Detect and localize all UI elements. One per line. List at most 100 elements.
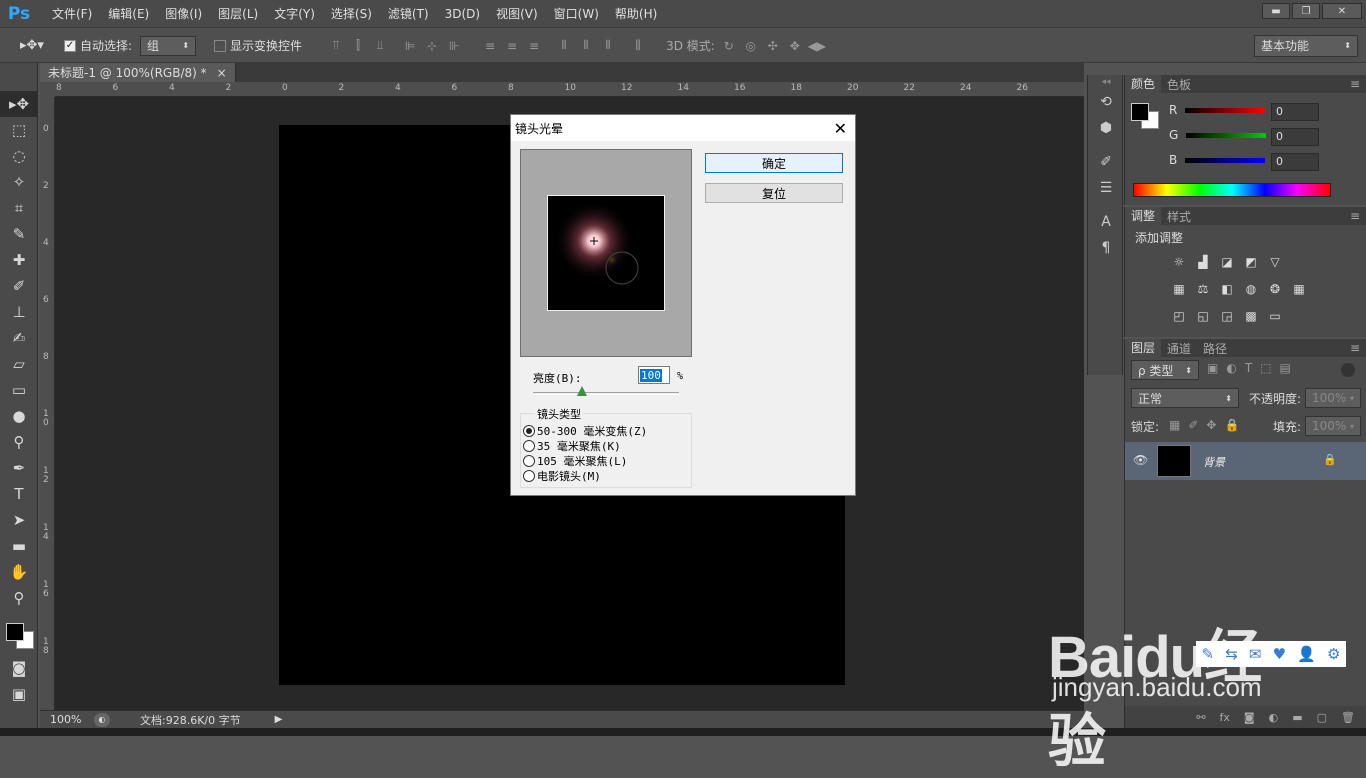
edit-icon[interactable]: ✎ (1202, 645, 1215, 663)
black-white-icon[interactable]: ◧ (1219, 281, 1235, 297)
menu-3d[interactable]: 3D(D) (437, 0, 488, 28)
comment-icon[interactable]: ✉ (1249, 645, 1262, 663)
threshold-icon[interactable]: ◲ (1219, 308, 1235, 324)
clone-stamp-tool-icon[interactable]: ⊥ (0, 299, 38, 325)
brightness-slider-track[interactable] (533, 392, 679, 395)
channel-mixer-icon[interactable]: ❂ (1267, 281, 1283, 297)
new-layer-icon[interactable]: ▢ (1317, 711, 1327, 724)
ok-button[interactable]: 确定 (705, 153, 843, 173)
show-transform-checkbox[interactable]: 显示变换控件 (214, 37, 302, 54)
hue-saturation-icon[interactable]: ▦ (1171, 281, 1187, 297)
layer-row[interactable]: 👁 背景 🔒 (1125, 442, 1366, 480)
photo-filter-icon[interactable]: ◍ (1243, 281, 1259, 297)
tab-swatches[interactable]: 色板 (1161, 76, 1197, 93)
settings-icon[interactable]: ⚙ (1327, 645, 1340, 663)
distribute-top-icon[interactable]: ≡ (482, 38, 498, 54)
3d-panel-icon[interactable]: ⬢ (1088, 115, 1124, 141)
like-icon[interactable]: ♥ (1273, 645, 1286, 663)
vibrance-icon[interactable]: ▽ (1267, 254, 1283, 270)
tab-paths[interactable]: 路径 (1197, 340, 1233, 357)
brightness-input[interactable]: 100 (638, 366, 670, 384)
tab-color[interactable]: 颜色 (1125, 75, 1162, 93)
filter-toggle[interactable] (1341, 363, 1355, 377)
menu-select[interactable]: 选择(S) (323, 0, 380, 28)
share-icon[interactable]: ⇆ (1225, 645, 1238, 663)
user-icon[interactable]: 👤 (1297, 645, 1316, 663)
reset-button[interactable]: 复位 (705, 183, 843, 203)
eraser-tool-icon[interactable]: ▱ (0, 351, 38, 377)
filter-adjustment-icon[interactable]: ◐ (1226, 361, 1236, 375)
lock-move-icon[interactable]: ✥ (1206, 418, 1216, 432)
healing-brush-tool-icon[interactable]: ✚ (0, 247, 38, 273)
auto-align-icon[interactable]: ⫼ (630, 38, 646, 54)
eye-icon[interactable]: 👁 (1133, 453, 1148, 467)
levels-icon[interactable]: ▟ (1195, 254, 1211, 270)
status-menu-arrow-icon[interactable]: ▶ (275, 714, 283, 725)
brush-panel-icon[interactable]: ✐ (1088, 149, 1124, 175)
menu-layer[interactable]: 图层(L) (210, 0, 266, 28)
posterize-icon[interactable]: ◱ (1195, 308, 1211, 324)
3d-scale-icon[interactable]: ◀▶ (808, 38, 826, 54)
panel-menu-icon[interactable]: ≡ (1350, 341, 1360, 355)
opacity-field[interactable]: 100% ▾ (1305, 388, 1361, 408)
filter-pixel-icon[interactable]: ▣ (1207, 361, 1218, 375)
3d-roll-icon[interactable]: ◎ (743, 38, 759, 54)
distribute-bottom-icon[interactable]: ≡ (526, 38, 542, 54)
distribute-hcenter-icon[interactable]: ⦀ (578, 38, 594, 54)
blue-value[interactable]: 0 (1271, 153, 1319, 171)
red-slider[interactable] (1185, 107, 1266, 113)
layer-filter-dropdown[interactable]: ρ 类型 ⬍ (1131, 360, 1199, 380)
brightness-slider-thumb[interactable] (576, 386, 587, 396)
gradient-tool-icon[interactable]: ▭ (0, 377, 38, 403)
color-spectrum[interactable] (1133, 183, 1331, 197)
menu-file[interactable]: 文件(F) (44, 0, 100, 28)
character-panel-icon[interactable]: A (1088, 209, 1124, 235)
foreground-color-swatch[interactable] (6, 623, 24, 641)
menu-edit[interactable]: 编辑(E) (100, 0, 157, 28)
status-globe-icon[interactable]: ◐ (94, 712, 110, 727)
blur-tool-icon[interactable]: ● (0, 403, 38, 429)
lock-all-icon[interactable]: 🔒 (1224, 418, 1239, 432)
lens-option-105mm[interactable]: 105 毫米聚焦(L) (523, 453, 647, 468)
restore-button[interactable]: ❐ (1292, 3, 1320, 19)
filter-shape-icon[interactable]: ⬚ (1260, 361, 1271, 375)
flare-preview-area[interactable] (520, 149, 692, 357)
tab-styles[interactable]: 样式 (1161, 208, 1197, 225)
history-brush-tool-icon[interactable]: ✍ (0, 325, 38, 351)
filter-smart-icon[interactable]: ▤ (1280, 361, 1291, 375)
close-icon[interactable]: ✕ (834, 119, 847, 138)
menu-window[interactable]: 窗口(W) (546, 0, 607, 28)
distribute-right-icon[interactable]: ⦀ (600, 38, 616, 54)
close-window-button[interactable]: ✕ (1322, 3, 1362, 19)
dodge-tool-icon[interactable]: ⚲ (0, 429, 38, 455)
align-right-icon[interactable]: ⊪ (446, 38, 462, 54)
zoom-tool-icon[interactable]: ⚲ (0, 585, 38, 611)
history-panel-icon[interactable]: ⟲ (1088, 89, 1124, 115)
flare-preview-image[interactable] (547, 195, 665, 311)
screen-mode-icon[interactable]: ▣ (0, 681, 38, 707)
distribute-left-icon[interactable]: ⦀ (556, 38, 572, 54)
align-hcenter-icon[interactable]: ⊹ (424, 38, 440, 54)
red-value[interactable]: 0 (1271, 103, 1319, 121)
type-tool-icon[interactable]: T (0, 481, 38, 507)
color-balance-icon[interactable]: ⚖ (1195, 281, 1211, 297)
tab-adjustments[interactable]: 调整 (1125, 207, 1162, 225)
invert-icon[interactable]: ◰ (1171, 308, 1187, 324)
align-left-icon[interactable]: ⊫ (402, 38, 418, 54)
green-slider[interactable] (1186, 132, 1267, 138)
curves-icon[interactable]: ◪ (1219, 254, 1235, 270)
auto-select-checkbox[interactable]: ✓ 自动选择: (64, 37, 132, 54)
menu-view[interactable]: 视图(V) (488, 0, 546, 28)
align-bottom-icon[interactable]: ⫫ (372, 38, 388, 54)
exposure-icon[interactable]: ◩ (1243, 254, 1259, 270)
blue-slider[interactable] (1185, 157, 1266, 163)
marquee-tool-icon[interactable]: ⬚ (0, 117, 38, 143)
menu-type[interactable]: 文字(Y) (266, 0, 323, 28)
brightness-contrast-icon[interactable]: ☼ (1171, 254, 1187, 270)
zoom-level[interactable]: 100% (50, 713, 90, 726)
color-lookup-icon[interactable]: ▦ (1291, 281, 1307, 297)
align-vcenter-icon[interactable]: ⫿ (350, 38, 366, 54)
selective-color-icon[interactable]: ▭ (1267, 308, 1283, 324)
filter-type-icon[interactable]: T (1245, 361, 1252, 375)
distribute-vcenter-icon[interactable]: ≡ (504, 38, 520, 54)
